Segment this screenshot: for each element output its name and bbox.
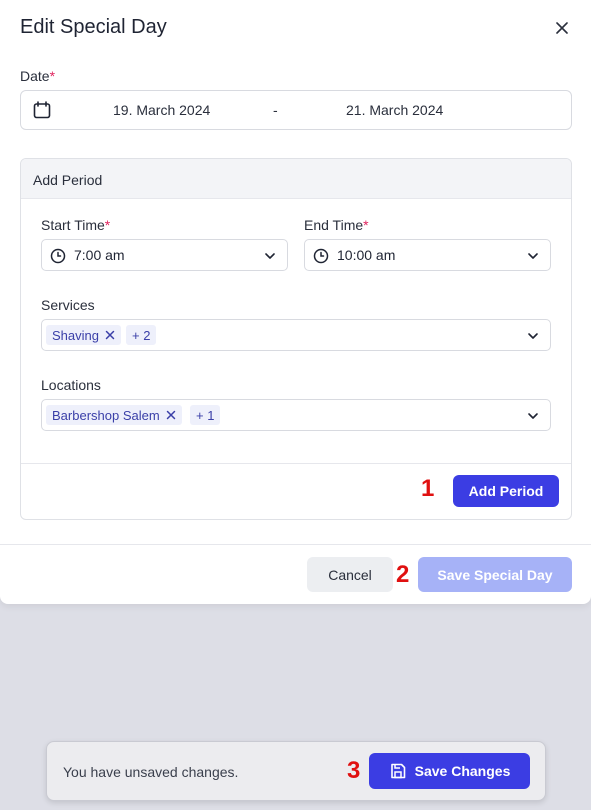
required-mark: * xyxy=(49,68,56,84)
required-mark: * xyxy=(363,217,369,233)
unsaved-changes-bar: You have unsaved changes. 3 Save Changes xyxy=(46,741,546,801)
annotation-number: 1 xyxy=(421,475,435,502)
clock-icon xyxy=(313,248,329,264)
date-label-text: Date xyxy=(20,68,50,84)
end-time-value: 10:00 am xyxy=(337,247,396,263)
footer-divider xyxy=(0,544,591,545)
close-button[interactable] xyxy=(550,16,574,40)
add-period-title: Add Period xyxy=(33,172,103,188)
start-time-label: Start Time* xyxy=(41,217,110,233)
service-tag-label: Shaving xyxy=(52,327,99,343)
save-changes-label: Save Changes xyxy=(414,763,511,779)
close-icon xyxy=(166,410,175,420)
location-tag-label: Barbershop Salem xyxy=(52,407,160,423)
more-tags-badge[interactable]: + 2 xyxy=(126,325,157,345)
date-start-value[interactable]: 19. March 2024 xyxy=(113,102,210,118)
service-tag: Shaving xyxy=(46,325,121,345)
chevron-down-icon xyxy=(265,253,275,259)
remove-tag-button[interactable] xyxy=(166,410,176,420)
end-time-label-text: End Time xyxy=(304,217,364,233)
card-divider xyxy=(21,463,571,464)
required-mark: * xyxy=(104,217,111,233)
locations-multiselect[interactable]: Barbershop Salem + 1 xyxy=(41,399,551,431)
edit-special-day-modal: Edit Special Day Date* 19. March 2024 - … xyxy=(0,0,591,604)
remove-tag-button[interactable] xyxy=(105,330,115,340)
date-label: Date* xyxy=(20,68,55,84)
end-time-select[interactable]: 10:00 am xyxy=(304,239,551,271)
more-tags-badge[interactable]: + 1 xyxy=(190,405,221,425)
start-time-value: 7:00 am xyxy=(74,247,125,263)
unsaved-changes-message: You have unsaved changes. xyxy=(63,764,239,780)
start-time-label-text: Start Time xyxy=(41,217,105,233)
chevron-down-icon xyxy=(528,253,538,259)
chevron-down-icon xyxy=(528,333,538,339)
add-period-button[interactable]: Add Period xyxy=(453,475,559,507)
save-changes-button[interactable]: Save Changes xyxy=(369,753,530,789)
date-range-field[interactable]: 19. March 2024 - 21. March 2024 xyxy=(20,90,572,130)
add-period-header: Add Period xyxy=(21,159,571,199)
location-tag: Barbershop Salem xyxy=(46,405,182,425)
end-time-label: End Time* xyxy=(304,217,369,233)
close-icon xyxy=(556,22,568,34)
annotation-number: 3 xyxy=(347,757,361,784)
save-icon xyxy=(390,763,405,779)
date-separator: - xyxy=(273,102,278,118)
close-icon xyxy=(105,330,115,340)
modal-title: Edit Special Day xyxy=(20,16,167,38)
date-end-value[interactable]: 21. March 2024 xyxy=(346,102,443,118)
add-period-card: Add Period Start Time* 7:00 am End Time*… xyxy=(20,158,572,520)
services-label: Services xyxy=(41,297,95,313)
start-time-select[interactable]: 7:00 am xyxy=(41,239,288,271)
calendar-icon xyxy=(33,101,51,119)
chevron-down-icon xyxy=(528,413,538,419)
cancel-button[interactable]: Cancel xyxy=(307,557,393,592)
save-special-day-button[interactable]: Save Special Day xyxy=(418,557,572,592)
clock-icon xyxy=(50,248,66,264)
services-multiselect[interactable]: Shaving + 2 xyxy=(41,319,551,351)
locations-label: Locations xyxy=(41,377,101,393)
annotation-number: 2 xyxy=(396,561,410,588)
